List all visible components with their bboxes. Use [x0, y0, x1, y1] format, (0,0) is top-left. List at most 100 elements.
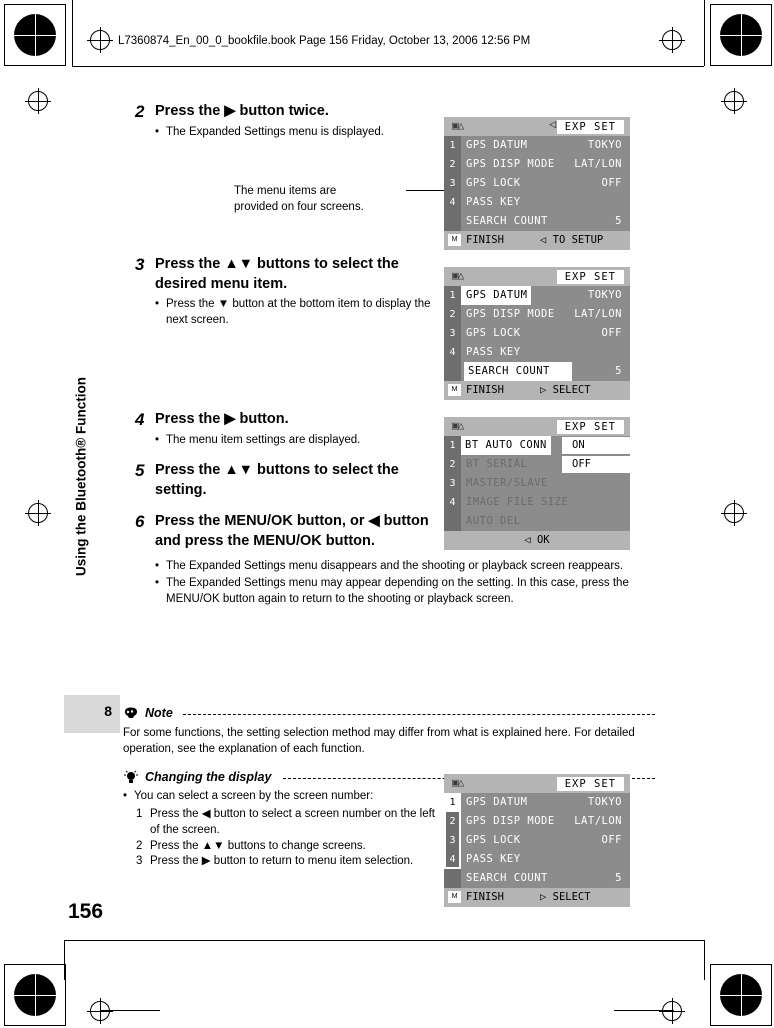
lcd-4-row-2-label: GPS DISP MODE: [466, 815, 555, 827]
lcd-screen-2: ▣△ EXP SET 1 GPS DATUM TOKYO 2 GPS DISP …: [444, 267, 630, 400]
tip-item-1-number: 1: [136, 807, 143, 820]
tip-item-2-text: Press the ▲▼ buttons to change screens.: [150, 839, 366, 852]
lcd-3-row-1-label: BT AUTO CONN: [461, 436, 551, 455]
lcd-1-row-5: SEARCH COUNT 5: [444, 212, 630, 231]
lcd-4-row-2-value: LAT/LON: [574, 815, 622, 827]
lcd-3-row-1-index: 1: [444, 436, 461, 455]
lcd-2-row-3: 3 GPS LOCK OFF: [444, 324, 630, 343]
step-4-number: 4: [135, 410, 145, 429]
tip-body: You can select a screen by the screen nu…: [123, 789, 443, 870]
registration-mark-top-right: [659, 27, 685, 53]
step-5-number: 5: [135, 461, 145, 480]
step-5: 5 Press the ▲▼ buttons to select the set…: [135, 461, 435, 500]
camera-mode-icon: ▣△: [452, 269, 464, 282]
registration-mark-top-left: [87, 27, 113, 53]
header-left-edge: [72, 0, 73, 66]
menu-button-icon: M: [448, 234, 461, 246]
option-off-label: OFF: [572, 458, 591, 470]
lcd-1-topbar: ▣△ ◁ EXP SET: [444, 117, 630, 136]
lcd-4-row-3-value: OFF: [601, 834, 622, 846]
lcd-1-row-1: 1 GPS DATUM TOKYO: [444, 136, 630, 155]
option-off: OFF: [562, 456, 630, 473]
lcd-4-row-5-label: SEARCH COUNT: [466, 872, 548, 884]
left-arrow-icon: ◁: [549, 120, 556, 130]
lcd-3-row-4-label: IMAGE FILE SIZE: [466, 496, 569, 508]
lcd-2-row-3-index: 3: [444, 324, 461, 343]
manual-page: L7360874_En_00_0_bookfile.book Page 156 …: [0, 0, 774, 1028]
lcd-2-row-3-label: GPS LOCK: [466, 327, 521, 339]
lcd-2-row-4: 4 PASS KEY: [444, 343, 630, 362]
lcd-2-row-4-index: 4: [444, 343, 461, 362]
chapter-number: 8: [104, 703, 112, 719]
lcd-2-row-2: 2 GPS DISP MODE LAT/LON: [444, 305, 630, 324]
lcd-4-row-5: SEARCH COUNT 5: [444, 869, 630, 888]
registration-mark-mid-left: [25, 500, 51, 526]
lcd-3-row-2-index: 2: [444, 455, 461, 474]
lcd-3-topbar: ▣△ EXP SET: [444, 417, 630, 436]
step-2-bullets: The Expanded Settings menu is displayed.: [135, 125, 435, 141]
step-3-bullet-1: Press the ▼ button at the bottom item to…: [155, 297, 435, 329]
lcd-3-row-3-index: 3: [444, 474, 461, 493]
lcd-4-row-1-label: GPS DATUM: [466, 796, 528, 808]
lcd-3-row-4: 4 IMAGE FILE SIZE: [444, 493, 630, 512]
lcd-1-row-4-label: PASS KEY: [466, 196, 521, 208]
tip-bullet: You can select a screen by the screen nu…: [123, 789, 443, 805]
lcd-1-row-3-label: GPS LOCK: [466, 177, 521, 189]
lcd-4-rows: 1 GPS DATUM TOKYO 2 GPS DISP MODE LAT/LO…: [444, 793, 630, 888]
footer-right-edge: [704, 940, 705, 980]
note-rule: [183, 714, 655, 715]
lcd-1-bottom-right: ◁ TO SETUP: [540, 234, 604, 246]
callout-text: The menu items are provided on four scre…: [234, 184, 434, 215]
step-6-bullet-1: The Expanded Settings menu disappears an…: [155, 559, 646, 575]
lcd-2-botbar: M FINISH ▷ SELECT: [444, 381, 630, 400]
lcd-1-row-1-index: 1: [444, 136, 461, 155]
menu-button-icon: M: [448, 384, 461, 396]
lcd-1-row-2-value: LAT/LON: [574, 158, 622, 170]
chapter-side-tab-label: Using the Bluetooth® Function: [73, 377, 89, 576]
lcd-1-row-4-index: 4: [444, 193, 461, 212]
lcd-4-title: EXP SET: [556, 777, 624, 791]
lcd-2-row-1-label: GPS DATUM: [461, 286, 532, 305]
lcd-4-row-3-label: GPS LOCK: [466, 834, 521, 846]
tip-item-2: 2 Press the ▲▼ buttons to change screens…: [134, 839, 443, 855]
lcd-4-row-4: 4 PASS KEY: [444, 850, 630, 869]
tip-item-3-number: 3: [136, 855, 143, 868]
tip-numbered-list: 1 Press the ◀ button to select a screen …: [123, 807, 443, 870]
lcd-4-botbar: M FINISH ▷ SELECT: [444, 888, 630, 907]
lcd-1-botbar: M FINISH ◁ TO SETUP: [444, 231, 630, 250]
step-3-bullets: Press the ▼ button at the bottom item to…: [135, 297, 435, 329]
lcd-2-row-1: 1 GPS DATUM TOKYO: [444, 286, 630, 305]
step-3-heading: Press the ▲▼ buttons to select the desir…: [155, 256, 399, 292]
lcd-4-bottom-left: FINISH: [466, 891, 504, 903]
lcd-1-row-1-label: GPS DATUM: [466, 139, 528, 151]
registration-mark-bottom-right: [659, 998, 685, 1024]
step-6-bullet-2: The Expanded Settings menu may appear de…: [155, 576, 666, 608]
lcd-2-topbar: ▣△ EXP SET: [444, 267, 630, 286]
lcd-screen-1: ▣△ ◁ EXP SET 1 GPS DATUM TOKYO 2 GPS DIS…: [444, 117, 630, 250]
lcd-1-bottom-left: FINISH: [466, 234, 504, 246]
lcd-2-row-2-label: GPS DISP MODE: [466, 308, 555, 320]
camera-mode-icon: ▣△: [452, 776, 464, 789]
lcd-1-row-4: 4 PASS KEY: [444, 193, 630, 212]
tip-item-1-text: Press the ◀ button to select a screen nu…: [150, 807, 436, 836]
step-2-heading: Press the ▶ button twice.: [155, 103, 329, 119]
lcd-1-row-2: 2 GPS DISP MODE LAT/LON: [444, 155, 630, 174]
step-4-bullets: The menu item settings are displayed.: [135, 433, 445, 449]
lcd-2-row-1-value: TOKYO: [587, 289, 622, 301]
lcd-1-row-2-index: 2: [444, 155, 461, 174]
footer-left-edge: [64, 940, 65, 980]
step-2: 2 Press the ▶ button twice. The Expanded…: [135, 102, 435, 141]
lcd-3-title: EXP SET: [556, 420, 624, 434]
tip-item-1: 1 Press the ◀ button to select a screen …: [134, 807, 443, 839]
lcd-3-row-3: 3 MASTER/SLAVE: [444, 474, 630, 493]
step-4-bullet-1: The menu item settings are displayed.: [155, 433, 445, 449]
lcd-2-row-5: SEARCH COUNT 5: [444, 362, 630, 381]
chapter-number-box: 8: [64, 695, 120, 733]
step-6: 6 Press the MENU/OK button, or ◀ button …: [135, 512, 645, 609]
camera-mode-icon: ▣△: [452, 419, 464, 432]
lcd-1-rows: 1 GPS DATUM TOKYO 2 GPS DISP MODE LAT/LO…: [444, 136, 630, 231]
lcd-screen-4: ▣△ EXP SET 1 GPS DATUM TOKYO 2 GPS DISP …: [444, 774, 630, 907]
crop-line-bottom: [614, 1010, 674, 1011]
lcd-1-row-3-index: 3: [444, 174, 461, 193]
step-6-number: 6: [135, 512, 145, 531]
